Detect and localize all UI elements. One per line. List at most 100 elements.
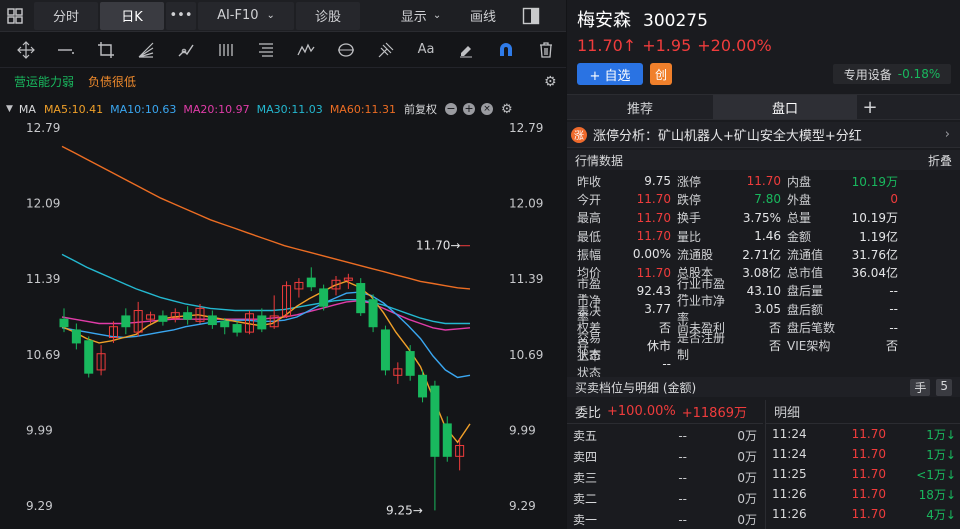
tab-diagnosis[interactable]: 诊股 [296, 1, 360, 30]
trash-icon[interactable] [530, 35, 562, 65]
ma5-value: MA5:10.41 [43, 102, 104, 116]
chevron-down-icon[interactable]: ▼ [6, 104, 13, 114]
candle-body [405, 351, 415, 376]
plus-icon[interactable]: + [463, 103, 476, 115]
y-tick-label-left: 9.99 [26, 423, 53, 437]
hline-icon[interactable] [50, 35, 82, 65]
y-tick-label-left: 11.39 [26, 272, 60, 286]
stock-title: 梅安森 300275 [577, 6, 708, 32]
y-tick-label-right: 12.79 [509, 121, 543, 135]
fib-icon[interactable] [250, 35, 282, 65]
close-icon[interactable]: × [481, 103, 494, 115]
path-icon[interactable] [170, 35, 202, 65]
quote-label: 盘后笔数 [787, 321, 836, 336]
quote-value: 43.10 [746, 283, 781, 298]
trade-volume: <1万↓ [916, 467, 956, 482]
text-icon[interactable]: Aa [410, 35, 442, 65]
quote-value: -- [889, 283, 898, 298]
ellipse-icon[interactable] [330, 35, 362, 65]
grid-icon[interactable] [0, 1, 30, 31]
tag-weak-operation[interactable]: 营运能力弱 [10, 72, 78, 91]
pitchfork-icon[interactable] [370, 35, 402, 65]
panel-tabs: 推荐 盘口 + [567, 94, 960, 120]
quote-label: 是否注册制 [677, 330, 726, 362]
tab-orderbook[interactable]: 盘口 [713, 95, 857, 119]
ratio-diff: +11869万 [681, 406, 747, 421]
level-amount: 0万 [737, 450, 757, 464]
minus-icon[interactable]: − [445, 103, 458, 115]
lot-toggle[interactable]: 手 [910, 378, 931, 396]
tag-low-debt[interactable]: 负债很低 [84, 72, 140, 91]
more-button[interactable]: ••• [166, 1, 196, 30]
stock-tags: 营运能力弱 负债很低 [10, 72, 140, 91]
trade-price: 11.70 [851, 487, 886, 501]
orderbook-row[interactable]: 卖一 -- 0万 [567, 509, 763, 529]
trade-price: 11.70 [851, 467, 886, 481]
trade-row: 11:26 11.70 4万↓ [766, 504, 960, 524]
orderbook-row[interactable]: 卖五 -- 0万 [567, 425, 763, 446]
orderbook-row[interactable]: 卖四 -- 0万 [567, 446, 763, 467]
book-section-title: 买卖档位与明细 (金额) [575, 380, 697, 395]
add-watchlist-button[interactable]: + 自选 [577, 63, 643, 85]
ma30-value: MA30:11.03 [256, 102, 323, 116]
crop-icon[interactable] [90, 35, 122, 65]
kline-chart[interactable]: 12.79 12.79 12.09 12.09 11.39 11.39 10.69 10.69… [0, 118, 566, 529]
quote-value: 10.19万 [851, 211, 898, 226]
bars-icon[interactable] [210, 35, 242, 65]
draw-line-button[interactable]: 画线 [456, 2, 510, 30]
magnet-icon[interactable] [490, 35, 522, 65]
tab-ai-f10[interactable]: AI-F10 ⌄ [198, 1, 294, 30]
display-menu[interactable]: 显示 ⌄ [388, 2, 454, 30]
trade-time: 11:24 [772, 427, 807, 441]
quote-value: 否 [768, 321, 781, 336]
limit-up-analysis[interactable]: 涨 涨停分析：矿山机器人+矿山安全大模型+分红 › [567, 122, 960, 148]
industry-badge[interactable]: 专用设备 -0.18% [833, 64, 951, 84]
collapse-button[interactable]: 折叠 [928, 152, 952, 169]
quote-value: 92.43 [636, 283, 671, 298]
quote-label: 盘后量 [787, 284, 824, 299]
quote-row: 今开 11.70 跌停 7.80 外盘 0 [567, 190, 960, 208]
quote-value: -- [889, 302, 898, 317]
orderbook-row[interactable]: 卖二 -- 0万 [567, 488, 763, 509]
trade-detail[interactable]: 11:24 11.70 1万↓ 11:24 11.70 1万↓ 11:25 11.70 <1万↓… [765, 424, 960, 529]
adjust-selector[interactable]: 前复权 [404, 101, 437, 117]
add-tab-button[interactable]: + [857, 95, 883, 119]
candle-body [121, 315, 131, 328]
chart-panel: 分时 日K ••• AI-F10 ⌄ 诊股 显示 ⌄ 画线 Aa 营运能力弱 负债很… [0, 0, 566, 529]
depth-toggle[interactable]: 5 [936, 378, 952, 396]
level-label: 卖五 [573, 429, 598, 443]
quote-section-title: 行情数据 [575, 153, 624, 168]
price-line: 11.70↑ +1.95 +20.00% [577, 36, 772, 55]
quote-value: -- [889, 320, 898, 335]
level-label: 卖一 [573, 513, 598, 527]
ai-f10-label: AI-F10 [217, 8, 259, 23]
quote-label: 总市值 [787, 266, 824, 281]
chinext-badge[interactable]: 创 [650, 63, 672, 85]
settings-gear-icon[interactable]: ⚙ [544, 74, 557, 90]
candle-body [442, 423, 452, 457]
quote-value: 7.80 [754, 192, 781, 207]
trade-volume: 1万↓ [926, 427, 956, 442]
candle-body [158, 315, 168, 322]
sidebar-toggle-icon[interactable] [516, 1, 546, 31]
eraser-icon[interactable] [450, 35, 482, 65]
ma-label: MA [18, 102, 36, 116]
tab-intraday[interactable]: 分时 [34, 1, 98, 30]
drawing-toolbar: Aa [0, 32, 566, 68]
level-price: -- [678, 470, 687, 485]
wave-icon[interactable] [290, 35, 322, 65]
trade-time: 11:26 [772, 507, 807, 521]
quote-value: 11.70 [636, 192, 671, 207]
quote-label: 今开 [577, 192, 602, 207]
tab-recommend[interactable]: 推荐 [567, 95, 713, 119]
quote-value: 11.70 [636, 210, 671, 225]
fan-icon[interactable] [130, 35, 162, 65]
quote-label: 量比 [677, 229, 702, 244]
quote-label: VIE架构 [787, 339, 831, 354]
orderbook-row[interactable]: 卖三 -- 0万 [567, 467, 763, 488]
tab-daily-k[interactable]: 日K [100, 1, 164, 30]
quote-label: 昨收 [577, 174, 602, 189]
crosshair-icon[interactable] [10, 35, 42, 65]
quote-label: 内盘 [787, 174, 812, 189]
ma-settings-icon[interactable]: ⚙ [501, 102, 513, 117]
